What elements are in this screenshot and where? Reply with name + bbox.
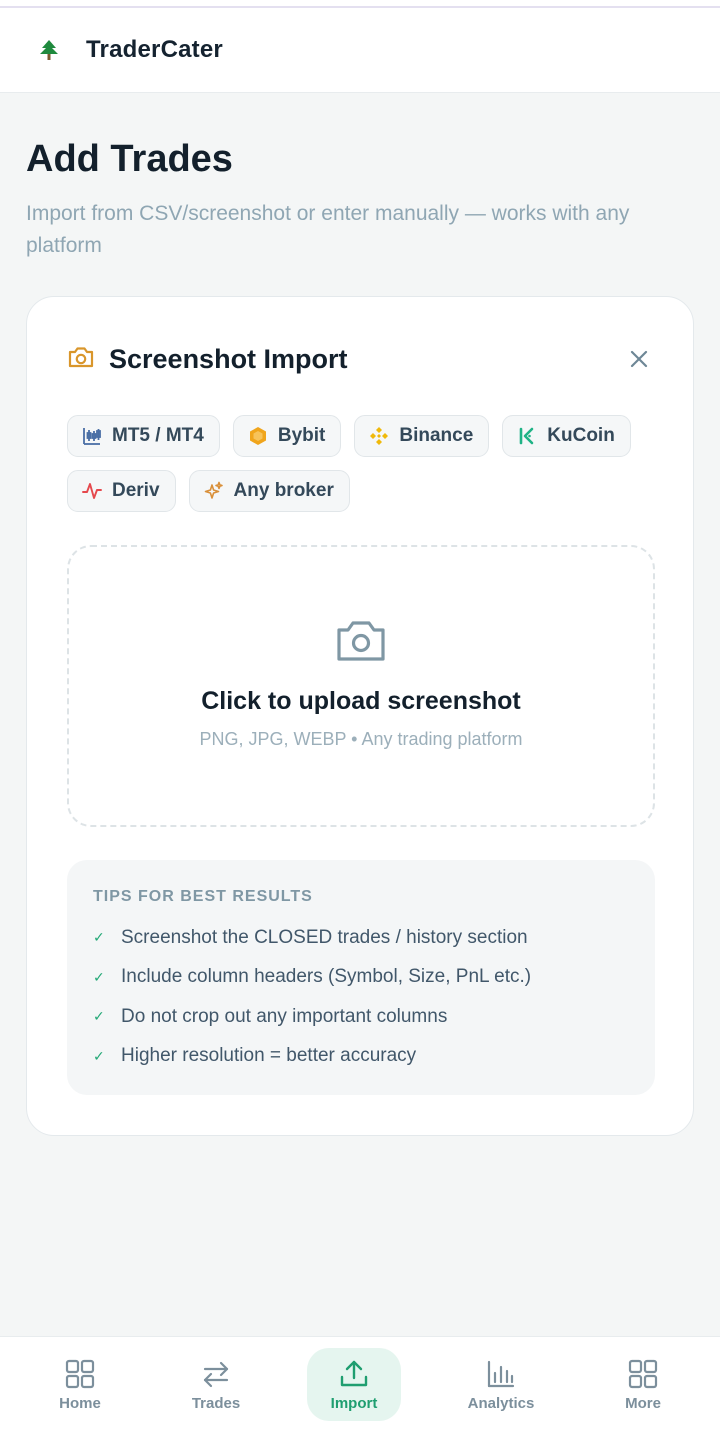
- nav-import[interactable]: Import: [307, 1348, 401, 1421]
- broker-chip-label: Any broker: [233, 480, 334, 501]
- nav-more[interactable]: More: [596, 1348, 690, 1421]
- card-title: Screenshot Import: [109, 343, 348, 374]
- bar-chart-icon: [485, 1358, 517, 1390]
- swap-arrows-icon: [200, 1358, 232, 1390]
- check-icon: ✓: [93, 1008, 105, 1025]
- grid-icon: [64, 1358, 96, 1390]
- nav-trades[interactable]: Trades: [169, 1348, 263, 1421]
- broker-chip-kucoin[interactable]: KuCoin: [502, 415, 631, 457]
- app-header: TraderCater: [0, 8, 720, 93]
- broker-chip-any[interactable]: Any broker: [188, 470, 350, 512]
- broker-chip-bybit[interactable]: Bybit: [232, 415, 342, 457]
- upload-title: Click to upload screenshot: [201, 687, 521, 715]
- screenshot-import-card: Screenshot Import MT5 / MT4 Bybit Binanc…: [26, 296, 694, 1136]
- binance-diamond-icon: [368, 425, 390, 447]
- pulse-icon: [81, 480, 103, 502]
- broker-chip-deriv[interactable]: Deriv: [67, 470, 176, 512]
- nav-analytics[interactable]: Analytics: [454, 1348, 548, 1421]
- broker-chip-label: Deriv: [112, 480, 160, 501]
- broker-chip-label: Bybit: [277, 425, 326, 446]
- page-title: Add Trades: [26, 138, 233, 180]
- tips-title: TIPS FOR BEST RESULTS: [93, 888, 313, 905]
- check-icon: ✓: [93, 1047, 105, 1064]
- bybit-hexagon-icon: [247, 425, 269, 447]
- broker-chip-binance[interactable]: Binance: [354, 415, 490, 457]
- top-border: [0, 0, 720, 8]
- broker-chip-label: KuCoin: [547, 425, 615, 446]
- nav-label: Analytics: [467, 1395, 535, 1412]
- check-icon: ✓: [93, 929, 105, 946]
- upload-subtitle: PNG, JPG, WEBP • Any trading platform: [199, 729, 523, 749]
- close-icon[interactable]: [625, 345, 653, 373]
- grid-icon: [627, 1358, 659, 1390]
- tip-item: ✓ Include column headers (Symbol, Size, …: [93, 958, 629, 998]
- tree-icon: [38, 38, 60, 62]
- nav-label: Home: [59, 1395, 101, 1412]
- card-header: Screenshot Import: [67, 341, 653, 377]
- nav-label: Import: [330, 1395, 378, 1412]
- tip-text: Higher resolution = better accuracy: [121, 1045, 417, 1067]
- kucoin-k-icon: [516, 425, 538, 447]
- tip-item: ✓ Do not crop out any important columns: [93, 997, 629, 1037]
- tip-item: ✓ Higher resolution = better accuracy: [93, 1037, 629, 1077]
- bottom-nav: Home Trades Import Analytics More: [0, 1336, 720, 1431]
- tip-text: Include column headers (Symbol, Size, Pn…: [121, 966, 532, 988]
- brand-name[interactable]: TraderCater: [86, 36, 223, 64]
- broker-chip-label: MT5 / MT4: [112, 425, 204, 446]
- upload-icon: [338, 1358, 370, 1390]
- sparkles-icon: [203, 480, 225, 502]
- nav-label: More: [625, 1395, 661, 1412]
- nav-label: Trades: [191, 1395, 241, 1412]
- candlestick-chart-icon: [81, 425, 103, 447]
- tips-panel: TIPS FOR BEST RESULTS ✓ Screenshot the C…: [67, 860, 655, 1095]
- broker-chip-mt5[interactable]: MT5 / MT4: [67, 415, 220, 457]
- nav-home[interactable]: Home: [33, 1348, 127, 1421]
- broker-chip-label: Binance: [399, 425, 474, 446]
- tip-text: Screenshot the CLOSED trades / history s…: [121, 926, 528, 948]
- camera-icon: [67, 345, 95, 374]
- tip-text: Do not crop out any important columns: [121, 1005, 448, 1027]
- upload-dropzone[interactable]: Click to upload screenshot PNG, JPG, WEB…: [67, 545, 655, 827]
- page-subtitle: Import from CSV/screenshot or enter manu…: [26, 202, 630, 257]
- camera-icon: [335, 617, 387, 663]
- tip-item: ✓ Screenshot the CLOSED trades / history…: [93, 918, 629, 958]
- broker-chips: MT5 / MT4 Bybit Binance KuCoin Deriv Any…: [67, 415, 667, 525]
- check-icon: ✓: [93, 968, 105, 985]
